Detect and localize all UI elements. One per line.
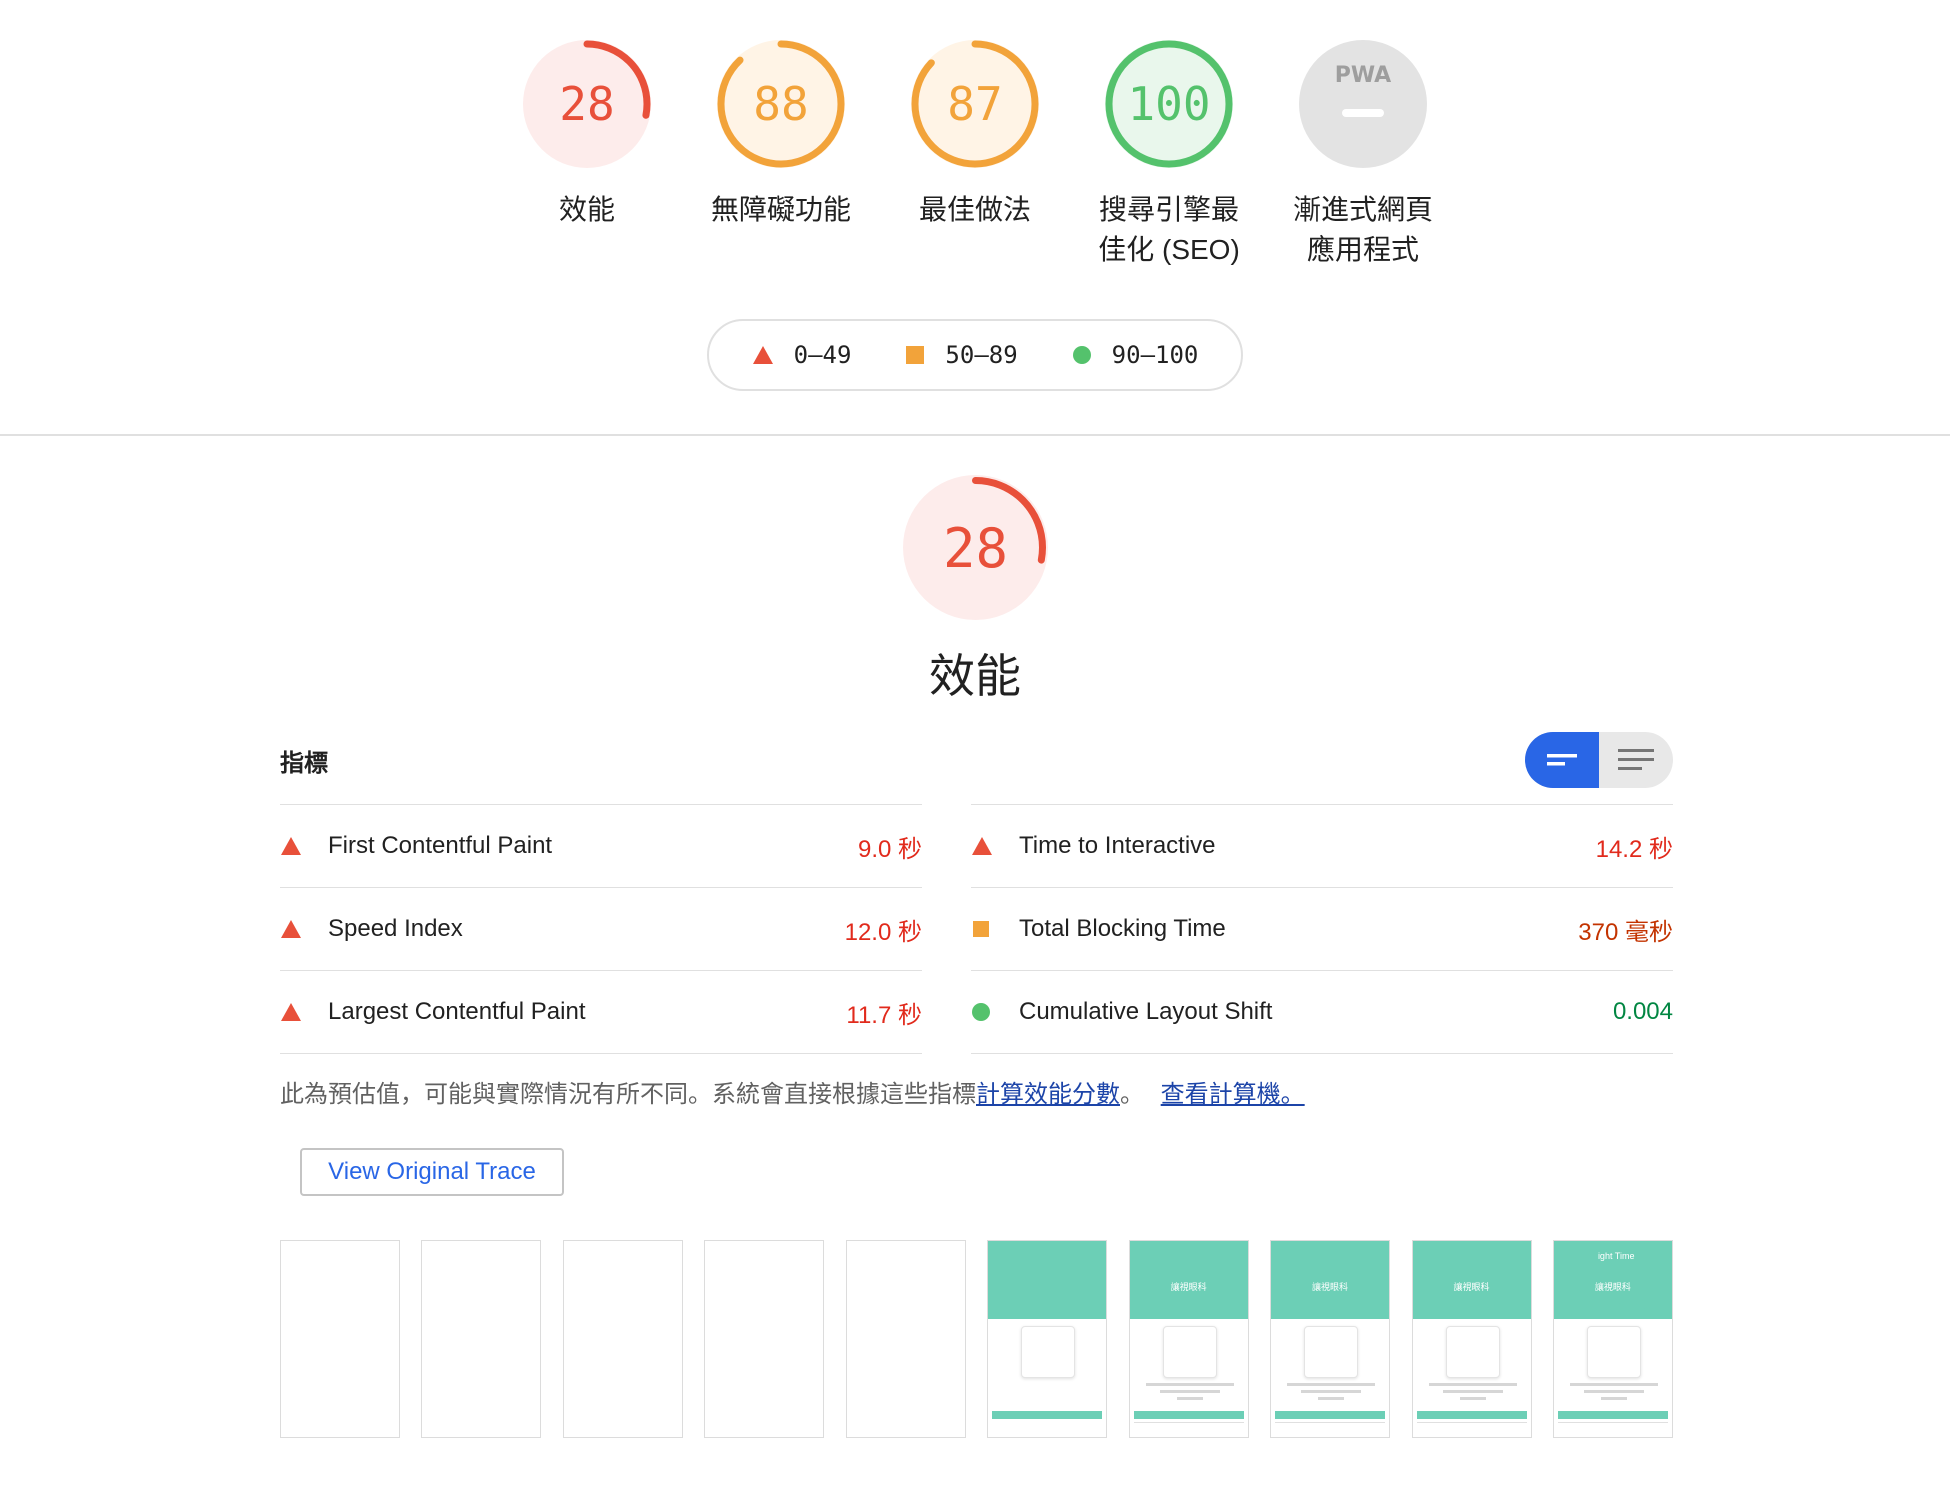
filmstrip-frame: 讓視眼科 ight Time (1552, 1240, 1673, 1438)
category-gauges: 28 效能 88 無障礙功能 87 最佳做法 100 搜尋引擎最佳化 (SEO)… (0, 40, 1950, 270)
metric-row: Cumulative Layout Shift 0.004 (971, 970, 1673, 1054)
metric-row: Time to Interactive 14.2 秒 (971, 804, 1673, 887)
metric-row: Speed Index 12.0 秒 (280, 887, 922, 970)
metric-status-icon (971, 919, 1019, 939)
metrics-view-toggle (1525, 732, 1673, 788)
frame-hero-text: 讓視眼科 (1453, 1282, 1490, 1292)
gauge-score: 28 (943, 517, 1008, 580)
gauge-pwa[interactable]: PWA 漸進式網頁應用程式 (1293, 40, 1433, 270)
metric-value: 370 毫秒 (1578, 918, 1673, 946)
metrics-header: 指標 (280, 730, 1673, 790)
metric-name: First Contentful Paint (328, 832, 553, 859)
filmstrip: 讓視眼科 讓視眼科 讓視眼科 讓視眼科 ight Time (280, 1240, 1673, 1438)
legend-average-range: 50–89 (945, 341, 1018, 369)
metrics-note: 此為預估值，可能與實際情況有所不同。系統會直接根據這些指標計算效能分數。 查看計… (280, 1074, 1305, 1109)
metric-status-icon (280, 919, 328, 939)
filmstrip-frame: 讓視眼科 (1270, 1240, 1391, 1438)
metric-status-icon (971, 1002, 1019, 1022)
pwa-badge-icon: PWA (1299, 40, 1427, 168)
metric-row: First Contentful Paint 9.0 秒 (280, 804, 922, 887)
filmstrip-frame (562, 1240, 683, 1438)
square-icon (906, 346, 925, 364)
triangle-icon (972, 837, 992, 855)
gauge-score: 88 (753, 77, 808, 131)
metric-row: Largest Contentful Paint 11.7 秒 (280, 970, 922, 1054)
frame-logo-text: ight Time (1597, 1251, 1635, 1261)
pwa-badge-text: PWA (1335, 63, 1391, 88)
performance-title: 效能 (929, 650, 1021, 702)
metrics-title: 指標 (280, 749, 328, 777)
calc-score-link[interactable]: 計算效能分數 (976, 1081, 1120, 1108)
metric-status-icon (971, 836, 1019, 856)
legend-average: 50–89 (905, 341, 1018, 369)
metric-name: Speed Index (328, 915, 463, 942)
gauge-ring: 88 (717, 40, 845, 168)
metric-value: 9.0 秒 (857, 835, 922, 863)
filmstrip-frame (845, 1240, 966, 1438)
legend-pass: 90–100 (1072, 341, 1199, 369)
gauge-label: 效能 (558, 194, 615, 225)
gauge-score: 100 (1127, 77, 1210, 131)
filmstrip-frame (704, 1240, 825, 1438)
metric-value: 0.004 (1612, 998, 1673, 1025)
section-divider (0, 434, 1950, 436)
filmstrip-frame: 讓視眼科 (1128, 1240, 1249, 1438)
frame-hero-text: 讓視眼科 (1170, 1282, 1207, 1292)
view-summary-button[interactable] (1525, 732, 1599, 788)
filmstrip-frame: 讓視眼科 (1411, 1240, 1532, 1438)
view-expanded-button[interactable] (1599, 732, 1673, 788)
triangle-icon (281, 837, 301, 855)
collapse-icon (1547, 754, 1577, 766)
metric-name: Time to Interactive (1019, 832, 1216, 859)
metrics-grid: First Contentful Paint 9.0 秒 Speed Index… (280, 804, 1673, 1054)
list-icon (1618, 749, 1654, 770)
filmstrip-frame (421, 1240, 542, 1438)
score-legend: 0–49 50–89 90–100 (707, 319, 1243, 391)
metric-name: Largest Contentful Paint (328, 998, 586, 1025)
gauge-label: 搜尋引擎最佳化 (SEO) (1098, 194, 1240, 265)
gauge-label: 最佳做法 (918, 194, 1031, 225)
gauge-label: 無障礙功能 (710, 194, 851, 225)
gauge-accessibility[interactable]: 88 無障礙功能 (711, 40, 851, 270)
triangle-icon (281, 920, 301, 938)
legend-pass-range: 90–100 (1111, 341, 1199, 369)
metric-value: 14.2 秒 (1595, 835, 1673, 863)
gauge-label: 漸進式網頁應用程式 (1292, 194, 1433, 265)
circle-icon (1072, 346, 1091, 364)
square-icon (973, 921, 989, 937)
legend-fail: 0–49 (752, 341, 852, 369)
metric-value: 12.0 秒 (844, 918, 922, 946)
gauge-score: 28 (559, 77, 614, 131)
metric-value: 11.7 秒 (846, 1001, 922, 1029)
gauge-ring: 28 (523, 40, 651, 168)
triangle-icon (281, 1003, 301, 1021)
circle-icon (972, 1003, 990, 1021)
gauge-ring: 87 (911, 40, 1039, 168)
view-original-trace-button[interactable]: View Original Trace (300, 1148, 564, 1196)
performance-gauge-large: 28 (903, 475, 1048, 620)
filmstrip-frame (987, 1240, 1108, 1438)
metrics-column-left: First Contentful Paint 9.0 秒 Speed Index… (280, 804, 922, 1054)
view-calculator-link[interactable]: 查看計算機。 (1161, 1081, 1305, 1108)
metric-row: Total Blocking Time 370 毫秒 (971, 887, 1673, 970)
triangle-icon (752, 346, 773, 364)
note-separator: 。 (1120, 1081, 1144, 1108)
filmstrip-frame (280, 1240, 400, 1438)
frame-hero-text: 讓視眼科 (1312, 1282, 1349, 1292)
metrics-column-right: Time to Interactive 14.2 秒 Total Blockin… (971, 804, 1673, 1054)
metric-name: Cumulative Layout Shift (1019, 998, 1273, 1025)
metric-status-icon (280, 1002, 328, 1022)
gauge-best-practices[interactable]: 87 最佳做法 (911, 40, 1039, 270)
legend-fail-range: 0–49 (793, 341, 852, 369)
metric-status-icon (280, 836, 328, 856)
note-text: 此為預估值，可能與實際情況有所不同。系統會直接根據這些指標 (280, 1081, 976, 1108)
frame-hero-text: 讓視眼科 (1594, 1282, 1631, 1292)
gauge-seo[interactable]: 100 搜尋引擎最佳化 (SEO) (1098, 40, 1240, 270)
gauge-ring: 100 (1105, 40, 1233, 168)
gauge-performance[interactable]: 28 效能 (523, 40, 651, 270)
gauge-score: 87 (947, 77, 1002, 131)
metric-name: Total Blocking Time (1019, 915, 1226, 942)
